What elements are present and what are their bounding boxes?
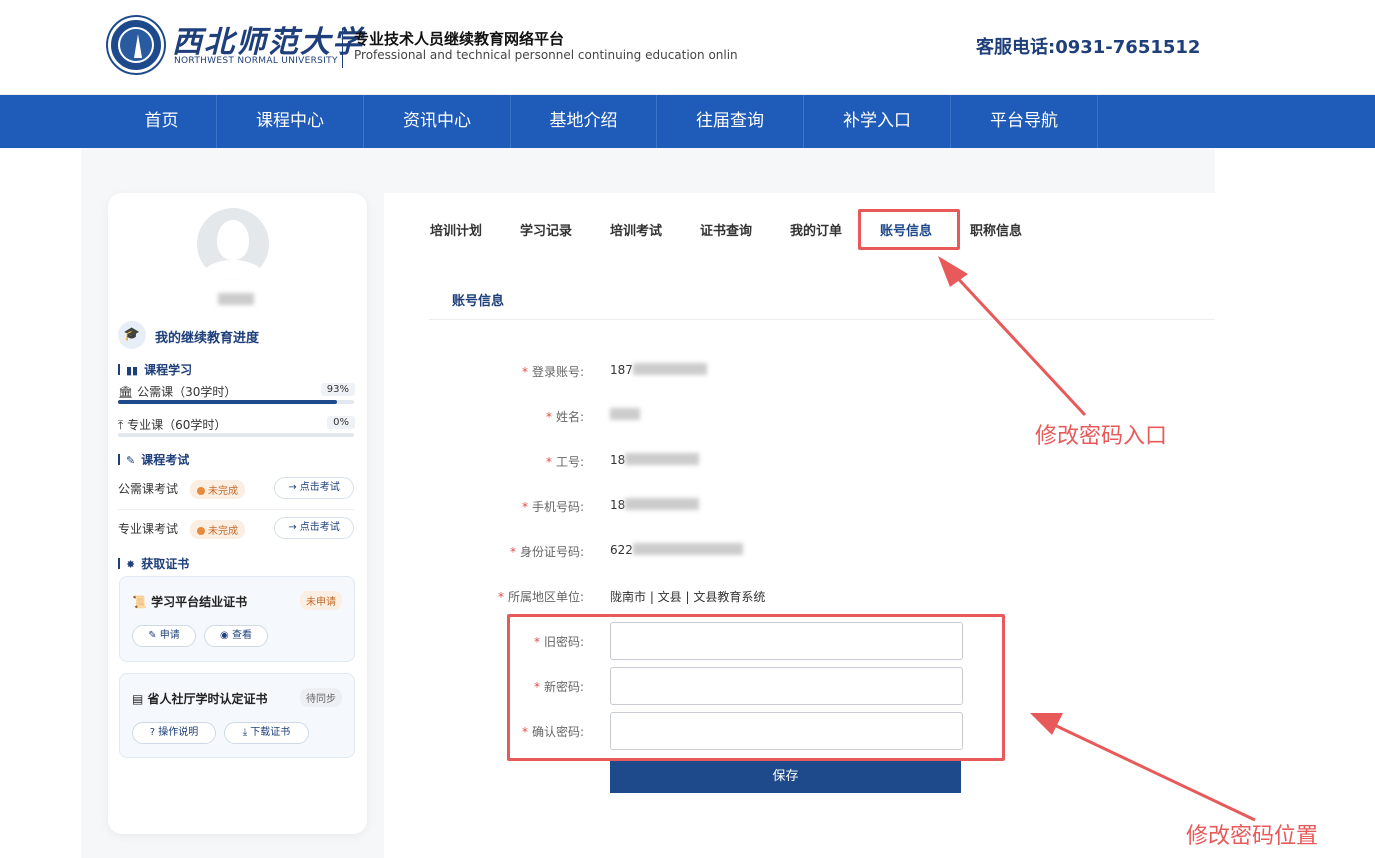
annotation-entry-text: 修改密码入口 [1035, 424, 1168, 449]
arrow-position-icon [1030, 713, 1256, 822]
arrow-entry-icon [938, 256, 1087, 417]
annotation-arrows [938, 256, 1256, 822]
annotation-position-text: 修改密码位置 [1186, 824, 1319, 849]
